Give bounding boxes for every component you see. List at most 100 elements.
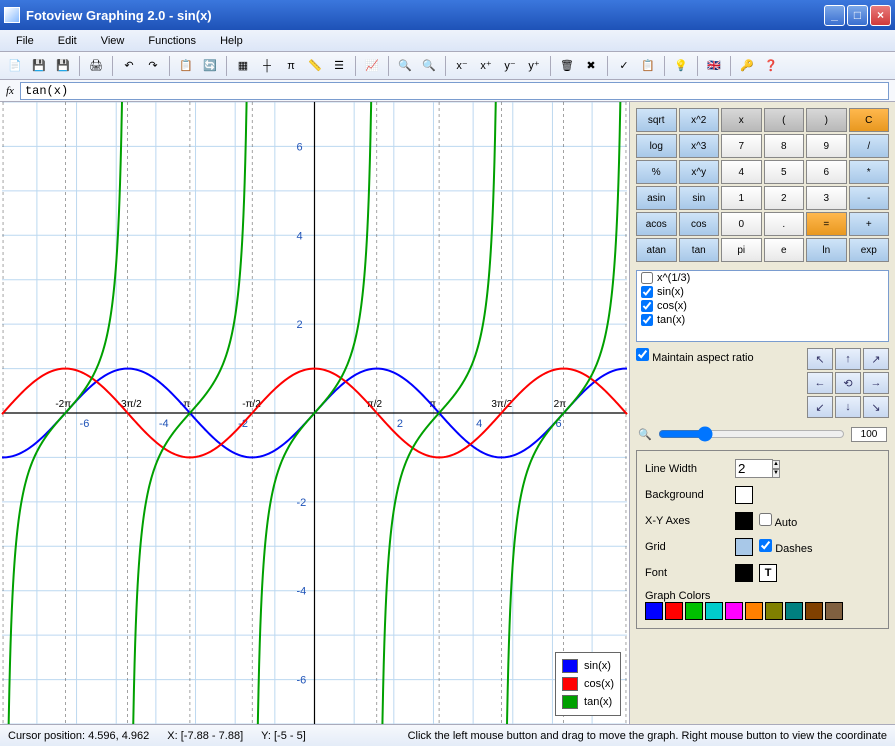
aspect-checkbox[interactable] xyxy=(636,348,649,361)
options-icon[interactable]: 📋 xyxy=(637,55,659,77)
menu-edit[interactable]: Edit xyxy=(46,33,89,49)
key-3[interactable]: 3 xyxy=(806,186,847,210)
y-minus-icon[interactable]: y⁻ xyxy=(499,55,521,77)
key-6[interactable]: 6 xyxy=(806,160,847,184)
pan-n[interactable]: ↑ xyxy=(835,348,861,370)
close-button[interactable]: × xyxy=(870,5,891,26)
maximize-button[interactable]: □ xyxy=(847,5,868,26)
key-e[interactable]: e xyxy=(764,238,805,262)
key-[interactable]: = xyxy=(806,212,847,236)
palette-swatch[interactable] xyxy=(725,602,743,620)
key-2[interactable]: 2 xyxy=(764,186,805,210)
pan-e[interactable]: → xyxy=(863,372,889,394)
linewidth-down[interactable]: ▼ xyxy=(772,469,780,478)
fn-item[interactable]: cos(x) xyxy=(637,299,888,313)
font-swatch[interactable] xyxy=(735,564,753,582)
auto-checkbox[interactable] xyxy=(759,513,772,526)
palette-swatch[interactable] xyxy=(685,602,703,620)
pi-icon[interactable]: π xyxy=(280,55,302,77)
fn-checkbox[interactable] xyxy=(641,300,653,312)
palette-swatch[interactable] xyxy=(665,602,683,620)
font-button[interactable]: T xyxy=(759,564,777,582)
redo-icon[interactable]: ↷ xyxy=(142,55,164,77)
palette-swatch[interactable] xyxy=(705,602,723,620)
new-icon[interactable]: 📄 xyxy=(4,55,26,77)
palette-swatch[interactable] xyxy=(745,602,763,620)
pan-w[interactable]: ← xyxy=(807,372,833,394)
print-icon[interactable]: 🖨 xyxy=(85,55,107,77)
cancel-icon[interactable]: ✖ xyxy=(580,55,602,77)
key-7[interactable]: 7 xyxy=(721,134,762,158)
menu-view[interactable]: View xyxy=(89,33,137,49)
key-[interactable]: ) xyxy=(806,108,847,132)
x-minus-icon[interactable]: x⁻ xyxy=(451,55,473,77)
list-icon[interactable]: ☰ xyxy=(328,55,350,77)
zoom-in-icon[interactable]: 🔍 xyxy=(418,55,440,77)
palette-swatch[interactable] xyxy=(765,602,783,620)
palette-swatch[interactable] xyxy=(825,602,843,620)
pan-se[interactable]: ↘ xyxy=(863,396,889,418)
grid-swatch[interactable] xyxy=(735,538,753,556)
zoom-value[interactable] xyxy=(851,427,887,442)
axes-icon[interactable]: ┼ xyxy=(256,55,278,77)
key-[interactable]: + xyxy=(849,212,890,236)
key-[interactable]: ( xyxy=(764,108,805,132)
minimize-button[interactable]: _ xyxy=(824,5,845,26)
trace-icon[interactable]: 📈 xyxy=(361,55,383,77)
key-x2[interactable]: x^2 xyxy=(679,108,720,132)
palette-swatch[interactable] xyxy=(785,602,803,620)
pan-ne[interactable]: ↗ xyxy=(863,348,889,370)
fn-checkbox[interactable] xyxy=(641,272,653,284)
pan-sw[interactable]: ↙ xyxy=(807,396,833,418)
flag-icon[interactable]: 🇬🇧 xyxy=(703,55,725,77)
fn-checkbox[interactable] xyxy=(641,286,653,298)
key-xy[interactable]: x^y xyxy=(679,160,720,184)
bulb-icon[interactable]: 💡 xyxy=(670,55,692,77)
key-8[interactable]: 8 xyxy=(764,134,805,158)
key-log[interactable]: log xyxy=(636,134,677,158)
dashes-checkbox-label[interactable]: Dashes xyxy=(759,539,812,555)
menu-file[interactable]: File xyxy=(4,33,46,49)
key-x[interactable]: x xyxy=(721,108,762,132)
plot-area[interactable]: -6-4-2246-6-4-2246-2π-3π/2-π-π/2π/2π3π/2… xyxy=(0,102,630,724)
key-[interactable]: - xyxy=(849,186,890,210)
key-0[interactable]: 0 xyxy=(721,212,762,236)
dashes-checkbox[interactable] xyxy=(759,539,772,552)
zoom-out-icon[interactable]: 🔍 xyxy=(394,55,416,77)
function-list[interactable]: x^(1/3)sin(x)cos(x)tan(x) xyxy=(636,270,889,342)
ruler-icon[interactable]: 📏 xyxy=(304,55,326,77)
axes-swatch[interactable] xyxy=(735,512,753,530)
key-cos[interactable]: cos xyxy=(679,212,720,236)
grid-icon[interactable]: ▦ xyxy=(232,55,254,77)
key-tan[interactable]: tan xyxy=(679,238,720,262)
copy-icon[interactable]: 📋 xyxy=(175,55,197,77)
key-4[interactable]: 4 xyxy=(721,160,762,184)
zoom-slider[interactable] xyxy=(658,426,845,442)
key-atan[interactable]: atan xyxy=(636,238,677,262)
y-plus-icon[interactable]: y⁺ xyxy=(523,55,545,77)
palette-swatch[interactable] xyxy=(645,602,663,620)
key-acos[interactable]: acos xyxy=(636,212,677,236)
linewidth-up[interactable]: ▲ xyxy=(772,460,780,469)
key-icon[interactable]: 🔑 xyxy=(736,55,758,77)
fn-item[interactable]: sin(x) xyxy=(637,285,888,299)
auto-checkbox-label[interactable]: Auto xyxy=(759,513,797,529)
key-[interactable]: % xyxy=(636,160,677,184)
linewidth-input[interactable] xyxy=(735,459,773,478)
check-icon[interactable]: ✓ xyxy=(613,55,635,77)
pan-center[interactable]: ⟲ xyxy=(835,372,861,394)
key-1[interactable]: 1 xyxy=(721,186,762,210)
pan-nw[interactable]: ↖ xyxy=(807,348,833,370)
aspect-checkbox-label[interactable]: Maintain aspect ratio xyxy=(636,348,754,364)
fn-item[interactable]: tan(x) xyxy=(637,313,888,327)
key-C[interactable]: C xyxy=(849,108,890,132)
fn-item[interactable]: x^(1/3) xyxy=(637,271,888,285)
help-icon[interactable]: ❓ xyxy=(760,55,782,77)
formula-input[interactable] xyxy=(20,82,889,100)
key-ln[interactable]: ln xyxy=(806,238,847,262)
key-5[interactable]: 5 xyxy=(764,160,805,184)
menu-functions[interactable]: Functions xyxy=(136,33,208,49)
key-x3[interactable]: x^3 xyxy=(679,134,720,158)
save-icon[interactable]: 💾 xyxy=(28,55,50,77)
key-pi[interactable]: pi xyxy=(721,238,762,262)
